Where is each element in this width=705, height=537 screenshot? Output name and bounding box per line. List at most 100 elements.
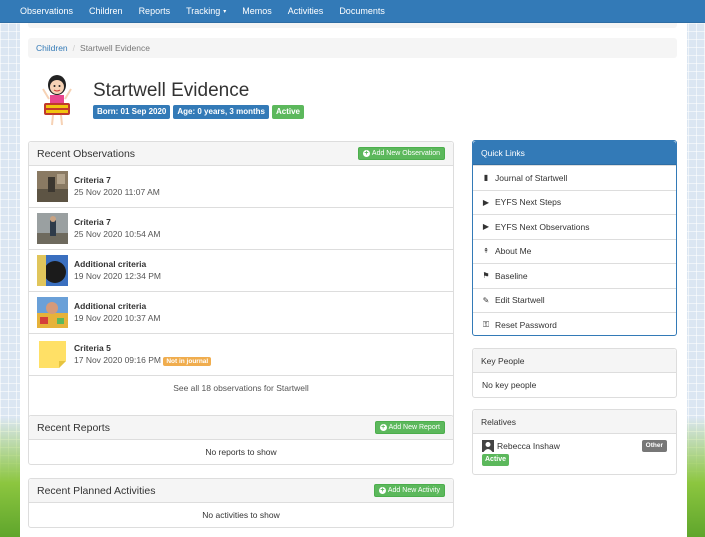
- observation-thumbnail: [37, 171, 68, 202]
- pushpin-icon: ↟: [483, 248, 489, 256]
- add-report-label: Add New Report: [388, 424, 440, 431]
- recent-activities-panel: Recent Planned Activities + Add New Activ…: [28, 478, 454, 528]
- observation-date: 17 Nov 2020 09:16 PM Not in journal: [74, 354, 212, 367]
- plus-circle-icon: +: [379, 424, 387, 431]
- top-strip: [28, 23, 677, 28]
- page-title: Startwell Evidence: [93, 80, 250, 101]
- key-icon: ⚿: [482, 319, 490, 329]
- quick-link-about-me[interactable]: ↟ About Me: [473, 238, 676, 264]
- quick-link-edit[interactable]: ✎ Edit Startwell: [473, 287, 676, 313]
- plus-circle-icon: +: [378, 487, 386, 494]
- book-icon: ▮: [483, 173, 489, 183]
- chevron-down-icon: ▾: [223, 9, 227, 15]
- age-badge: Age: 0 years, 3 months: [173, 105, 269, 119]
- quick-link-label: About Me: [495, 246, 532, 257]
- breadcrumb-separator: /: [72, 43, 76, 53]
- recent-observations-panel: Recent Observations + Add New Observation…: [28, 141, 454, 422]
- quick-link-baseline[interactable]: ⚑ Baseline: [473, 263, 676, 288]
- nav-memos[interactable]: Memos: [242, 6, 272, 16]
- add-observation-button[interactable]: + Add New Observation: [357, 147, 445, 160]
- quick-links-panel: Quick Links ▮ Journal of Startwell ▶ EYFS …: [472, 140, 677, 336]
- recent-activities-title: Recent Planned Activities: [37, 484, 156, 497]
- quick-link-label: EYFS Next Steps: [495, 197, 562, 208]
- quick-link-next-observations[interactable]: ▶ EYFS Next Observations: [473, 214, 676, 239]
- breadcrumb-children-link[interactable]: Children: [36, 43, 68, 53]
- observation-row[interactable]: Criteria 7 25 Nov 2020 11:07 AM: [29, 166, 453, 208]
- observation-date: 19 Nov 2020 10:37 AM: [74, 313, 161, 323]
- quick-link-label: Reset Password: [495, 319, 557, 330]
- no-activities-text: No activities to show: [202, 510, 280, 520]
- add-activity-button[interactable]: + Add New Activity: [373, 484, 445, 497]
- nav-tracking-label: Tracking: [186, 6, 221, 16]
- nav-observations[interactable]: Observations: [20, 6, 73, 16]
- add-report-button[interactable]: + Add New Report: [374, 421, 445, 434]
- relative-status-badge: Active: [482, 454, 510, 466]
- quick-link-label: Journal of Startwell: [495, 172, 568, 183]
- relative-role-badge: Other: [641, 440, 667, 452]
- quick-link-label: Edit Startwell: [495, 295, 545, 306]
- observation-title: Additional criteria: [74, 259, 147, 269]
- breadcrumb: Children / Startwell Evidence: [28, 38, 677, 58]
- quick-link-label: EYFS Next Observations: [495, 221, 590, 232]
- relative-row[interactable]: Rebecca Inshaw Other Active: [473, 434, 676, 472]
- flag-icon: ⚑: [482, 271, 490, 281]
- observation-date-text: 17 Nov 2020 09:16 PM: [74, 354, 161, 365]
- add-observation-label: Add New Observation: [371, 150, 440, 157]
- child-avatar: [37, 71, 77, 129]
- step-forward-icon: ▶: [482, 222, 490, 232]
- observation-title: Criteria 7: [74, 175, 111, 185]
- background-grass-left: [0, 417, 20, 537]
- observation-row[interactable]: Additional criteria 19 Nov 2020 10:37 AM: [29, 292, 453, 334]
- quick-link-next-steps[interactable]: ▶ EYFS Next Steps: [473, 189, 676, 215]
- breadcrumb-current: Startwell Evidence: [80, 43, 150, 53]
- observation-thumbnail: [37, 255, 68, 286]
- quick-link-label: Baseline: [495, 270, 528, 281]
- observation-date: 25 Nov 2020 11:07 AM: [74, 187, 160, 197]
- status-badge: Active: [271, 105, 304, 119]
- relative-name: Rebecca Inshaw: [497, 441, 560, 451]
- nav-documents[interactable]: Documents: [339, 6, 385, 16]
- recent-observations-title: Recent Observations: [37, 147, 136, 160]
- see-all-observations-link[interactable]: See all 18 observations for Startwell: [29, 376, 453, 400]
- no-key-people-text: No key people: [482, 380, 537, 390]
- recent-observations-header: Recent Observations + Add New Observation: [29, 142, 453, 166]
- add-activity-label: Add New Activity: [387, 487, 440, 494]
- observation-date: 19 Nov 2020 12:34 PM: [74, 271, 161, 281]
- observation-thumbnail: [37, 213, 68, 244]
- recent-reports-panel: Recent Reports + Add New Report No report…: [28, 415, 454, 465]
- recent-reports-header: Recent Reports + Add New Report: [29, 416, 453, 440]
- no-reports-text: No reports to show: [205, 447, 277, 457]
- recent-activities-header: Recent Planned Activities + Add New Activ…: [29, 479, 453, 503]
- sticky-note-icon: [39, 341, 66, 368]
- observation-title: Additional criteria: [74, 301, 147, 311]
- key-people-panel: Key People No key people: [472, 348, 677, 398]
- observation-row[interactable]: Additional criteria 19 Nov 2020 12:34 PM: [29, 250, 453, 292]
- relatives-header: Relatives: [473, 410, 676, 434]
- child-badges: Born: 01 Sep 2020 Age: 0 years, 3 months…: [93, 105, 304, 119]
- nav-children[interactable]: Children: [89, 6, 123, 16]
- step-forward-icon: ▶: [482, 197, 490, 207]
- background-grass-right: [685, 417, 705, 537]
- recent-reports-title: Recent Reports: [37, 421, 110, 434]
- nav-activities[interactable]: Activities: [288, 6, 324, 16]
- observation-title: Criteria 5: [74, 342, 111, 353]
- observation-date: 25 Nov 2020 10:54 AM: [74, 229, 161, 239]
- relatives-panel: Relatives Rebecca Inshaw Other Active: [472, 409, 677, 475]
- key-people-header: Key People: [473, 349, 676, 373]
- pencil-icon: ✎: [482, 295, 490, 305]
- quick-link-reset-password[interactable]: ⚿ Reset Password: [473, 312, 676, 337]
- nav-reports[interactable]: Reports: [139, 6, 171, 16]
- quick-link-journal[interactable]: ▮ Journal of Startwell: [473, 165, 676, 190]
- plus-circle-icon: +: [362, 150, 370, 157]
- top-navbar: Observations Children Reports Tracking ▾ …: [0, 0, 705, 23]
- observation-row[interactable]: Criteria 7 25 Nov 2020 10:54 AM: [29, 208, 453, 250]
- born-badge: Born: 01 Sep 2020: [93, 105, 171, 119]
- user-avatar-icon: [482, 440, 494, 452]
- not-in-journal-badge: Not in journal: [163, 356, 212, 366]
- observation-thumbnail: [37, 297, 68, 328]
- quick-links-header: Quick Links: [473, 141, 676, 165]
- observation-row[interactable]: Criteria 5 17 Nov 2020 09:16 PM Not in jo…: [29, 334, 453, 376]
- nav-tracking[interactable]: Tracking ▾: [186, 6, 226, 16]
- observation-title: Criteria 7: [74, 217, 111, 227]
- main-content: Children / Startwell Evidence Startwell Ev…: [20, 23, 687, 537]
